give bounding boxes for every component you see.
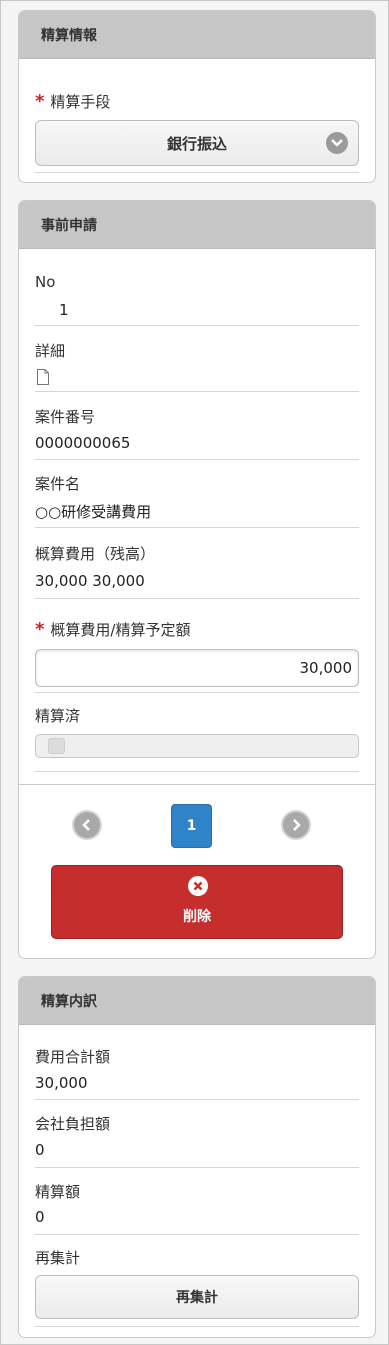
page-frame: 精算情報 * 精算手段 銀行振込 事前申請 No 1 詳細 案件番号 000000… — [0, 0, 389, 1345]
planned-amount-input[interactable]: 30,000 — [35, 649, 359, 687]
settled-toggle-thumb[interactable] — [48, 738, 65, 754]
settlement-amount-value: 0 — [35, 1208, 45, 1226]
recalc-button[interactable]: 再集計 — [35, 1275, 359, 1319]
settlement-method-select[interactable]: 銀行振込 — [35, 120, 359, 166]
divider — [35, 325, 359, 326]
divider — [35, 527, 359, 528]
divider — [35, 692, 359, 693]
company-burden-value: 0 — [35, 1141, 45, 1159]
pager-page-1[interactable]: 1 — [171, 804, 212, 848]
no-value: 1 — [59, 301, 69, 319]
close-icon — [188, 876, 208, 896]
divider — [35, 1099, 359, 1100]
total-amount-value: 30,000 — [35, 1074, 88, 1092]
divider — [35, 172, 359, 173]
company-burden-label: 会社負担額 — [35, 1115, 111, 1133]
total-amount-label: 費用合計額 — [35, 1048, 111, 1066]
recalc-label: 再集計 — [35, 1249, 81, 1267]
divider — [35, 598, 359, 599]
no-label: No — [35, 273, 56, 291]
divider — [35, 1167, 359, 1168]
breakdown-card: 精算内訳 費用合計額 30,000 会社負担額 0 精算額 0 再集計 再集計 — [18, 976, 376, 1338]
pre-application-header: 事前申請 — [19, 201, 375, 249]
case-no-label: 案件番号 — [35, 408, 96, 426]
pager-prev-button[interactable] — [72, 810, 102, 840]
divider — [35, 1326, 359, 1327]
settlement-method-label: * 精算手段 — [35, 91, 111, 112]
planned-amount-label: * 概算費用/精算予定額 — [35, 619, 191, 640]
chevron-right-icon — [293, 819, 301, 831]
card-divider — [19, 784, 375, 785]
required-mark: * — [35, 91, 45, 112]
settlement-amount-label: 精算額 — [35, 1183, 81, 1201]
settlement-method-field: * 精算手段 — [35, 91, 359, 112]
case-name-value: ○○研修受講費用 — [35, 503, 152, 521]
settlement-info-card: 精算情報 * 精算手段 銀行振込 — [18, 10, 376, 183]
pre-application-card: 事前申請 No 1 詳細 案件番号 0000000065 案件名 ○○研修受講費… — [18, 200, 376, 959]
pager-next-button[interactable] — [281, 810, 311, 840]
settled-label: 精算済 — [35, 707, 81, 725]
case-no-value: 0000000065 — [35, 434, 131, 452]
divider — [35, 771, 359, 772]
detail-label: 詳細 — [35, 342, 66, 360]
estimate-value: 30,000 30,000 — [35, 572, 145, 590]
divider — [35, 1234, 359, 1235]
settlement-method-value: 銀行振込 — [166, 134, 227, 153]
settled-toggle[interactable] — [35, 734, 359, 758]
delete-button[interactable]: 削除 — [51, 865, 343, 939]
divider — [35, 391, 359, 392]
case-name-label: 案件名 — [35, 475, 81, 493]
breakdown-header: 精算内訳 — [19, 977, 375, 1025]
divider — [35, 459, 359, 460]
delete-label: 削除 — [183, 909, 211, 925]
estimate-label: 概算費用（残高） — [35, 545, 156, 563]
chevron-left-icon — [82, 819, 90, 831]
settlement-info-header: 精算情報 — [19, 11, 375, 59]
document-icon[interactable] — [37, 369, 49, 389]
required-mark: * — [35, 619, 45, 640]
chevron-down-icon — [326, 132, 348, 154]
